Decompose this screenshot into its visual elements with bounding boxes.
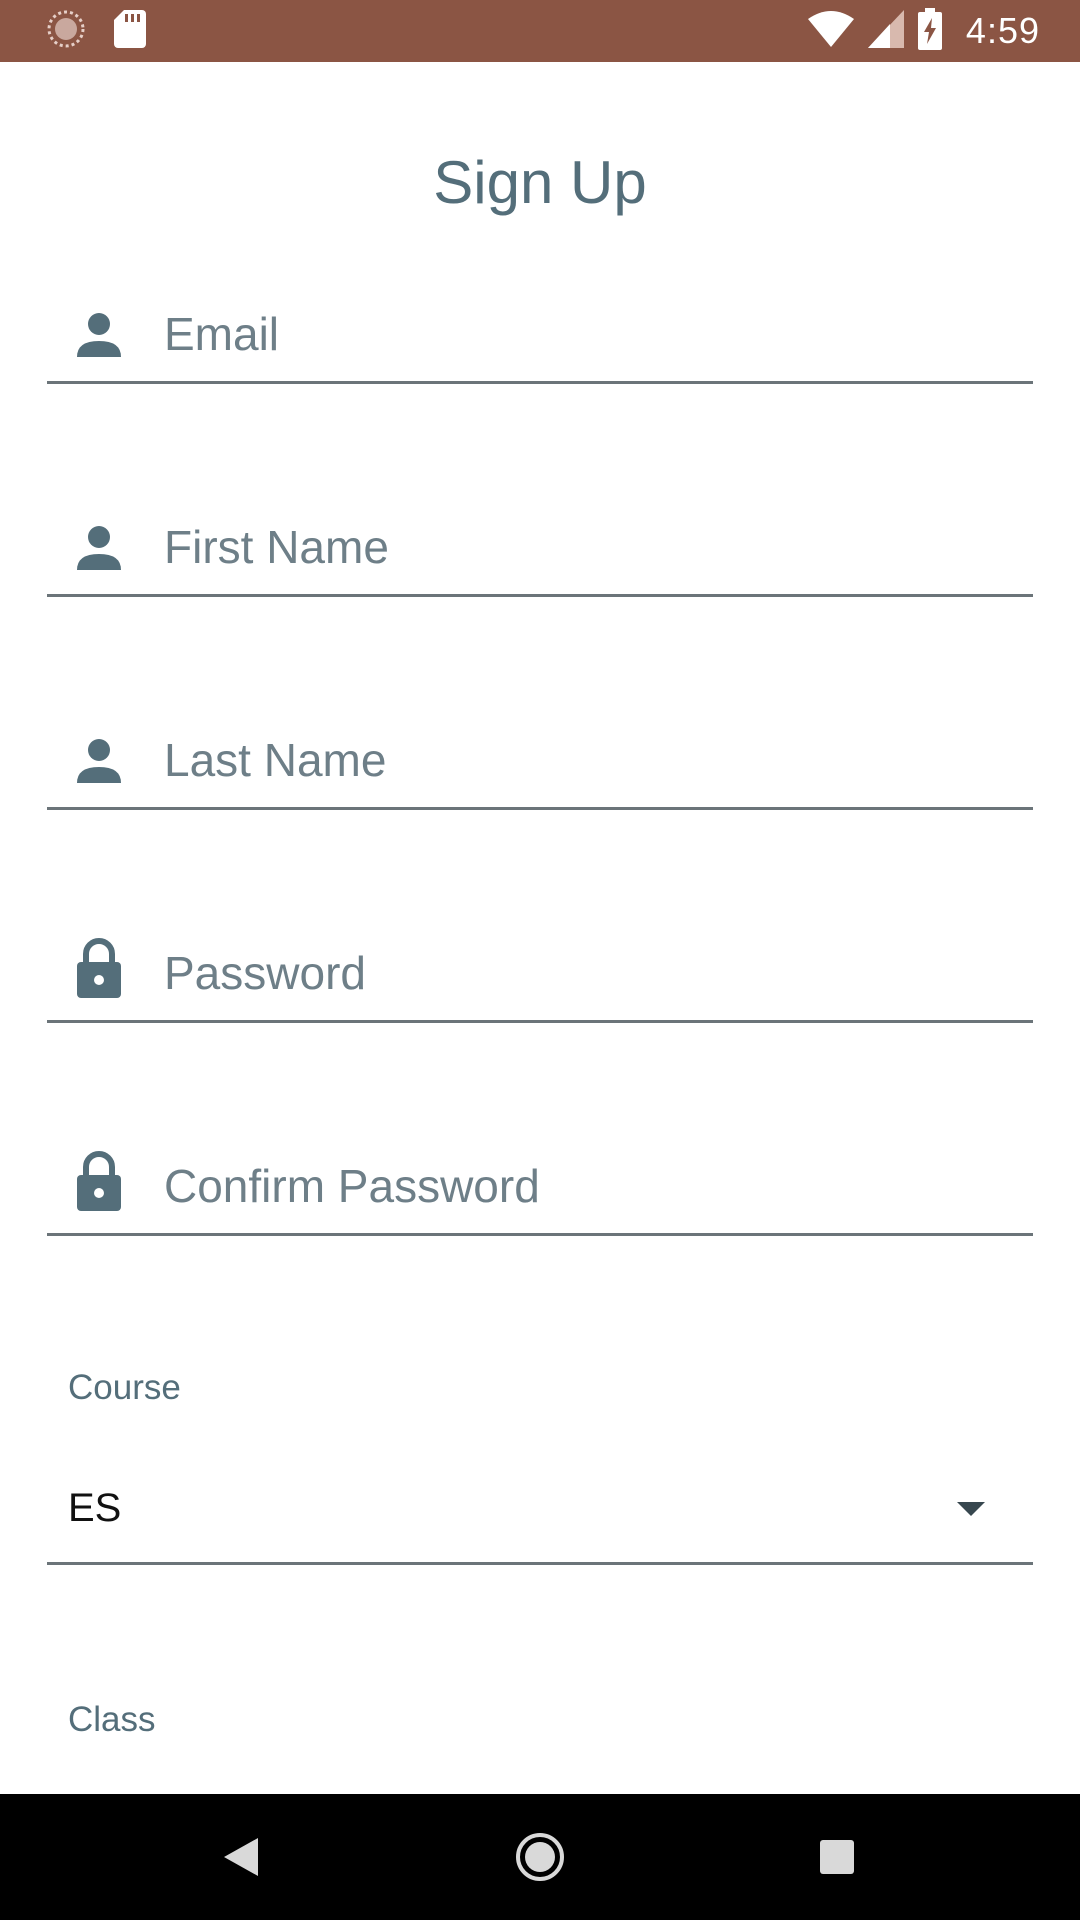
lock-icon xyxy=(75,938,123,998)
status-bar: 4:59 xyxy=(0,0,1080,62)
confirm-password-field-container xyxy=(47,1129,1033,1236)
confirm-password-input[interactable] xyxy=(164,1151,1004,1221)
wifi-icon xyxy=(807,10,854,52)
email-input[interactable] xyxy=(164,299,1004,369)
dropdown-arrow-icon xyxy=(957,1502,985,1516)
first-name-field-container xyxy=(47,490,1033,597)
home-icon[interactable] xyxy=(510,1827,570,1887)
person-icon xyxy=(75,524,123,576)
status-time: 4:59 xyxy=(965,10,1040,51)
course-label: Course xyxy=(68,1368,181,1407)
person-icon xyxy=(75,311,123,363)
sign-up-screen: 4:59 Sign Up Email First Name Last Name … xyxy=(0,0,1080,1920)
email-field-container xyxy=(47,277,1033,384)
cell-signal-icon xyxy=(867,9,904,53)
last-name-field-container xyxy=(47,703,1033,810)
page-title: Sign Up xyxy=(433,149,647,216)
first-name-input[interactable] xyxy=(164,512,1004,582)
person-icon xyxy=(75,737,123,789)
battery-charging-icon xyxy=(917,7,942,55)
class-label: Class xyxy=(68,1700,156,1739)
recents-icon[interactable] xyxy=(807,1827,867,1887)
last-name-input[interactable] xyxy=(164,725,1004,795)
course-selected-value: ES xyxy=(68,1486,122,1530)
password-field-container xyxy=(47,916,1033,1023)
lock-icon xyxy=(75,1151,123,1211)
back-icon[interactable] xyxy=(211,1827,271,1887)
sd-card-icon xyxy=(114,9,146,53)
loading-icon xyxy=(46,9,86,54)
course-dropdown[interactable]: ES xyxy=(47,1460,1033,1565)
password-input[interactable] xyxy=(164,938,1004,1008)
navigation-bar xyxy=(0,1794,1080,1920)
